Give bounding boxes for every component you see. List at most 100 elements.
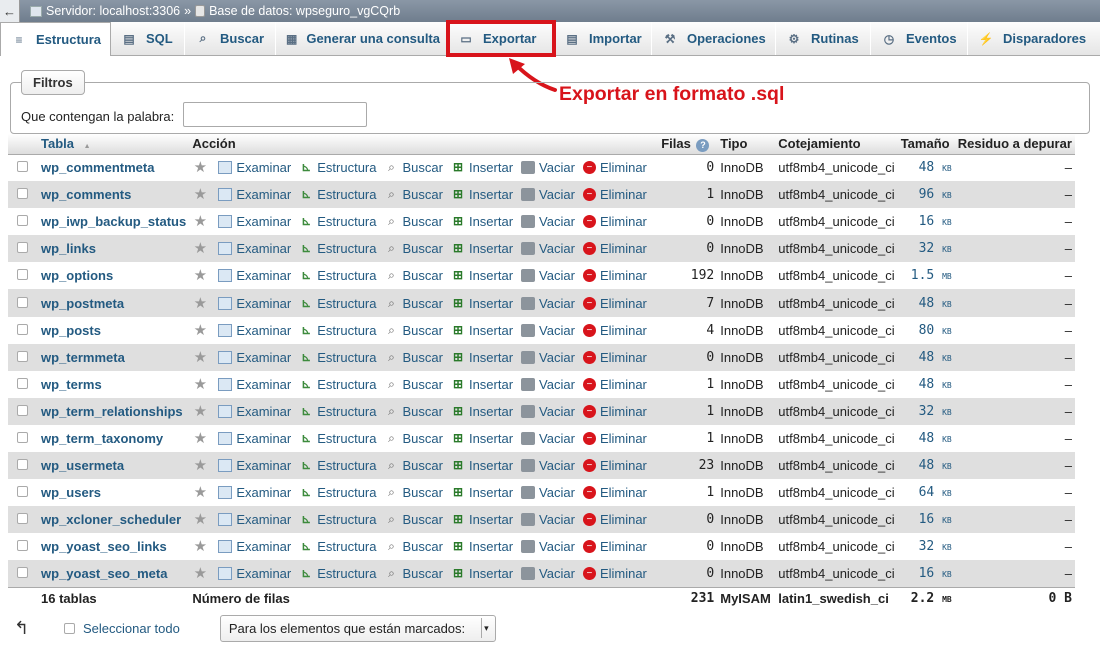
select-all-label[interactable]: Seleccionar todo (83, 621, 180, 636)
tab-exportar[interactable]: ▭ Exportar (446, 20, 556, 57)
action-estructura[interactable]: ⊾ Estructura (299, 566, 376, 581)
table-name-link[interactable]: wp_commentmeta (38, 154, 190, 182)
tab-importar[interactable]: ▤ Importar (554, 22, 652, 55)
row-checkbox[interactable] (17, 459, 28, 471)
tab-estructura[interactable]: ≡ Estructura (0, 22, 111, 56)
table-name-link[interactable]: wp_termmeta (38, 343, 190, 371)
table-name-link[interactable]: wp_options (38, 262, 190, 290)
header-cotejamiento[interactable]: Cotejamiento (775, 134, 898, 155)
action-eliminar[interactable]: − Eliminar (582, 566, 647, 581)
table-name-link[interactable]: wp_term_relationships (38, 397, 190, 425)
action-buscar[interactable]: ⌕ Buscar (385, 160, 443, 175)
action-buscar[interactable]: ⌕ Buscar (385, 241, 443, 256)
row-size[interactable]: 1.5 MB (897, 262, 955, 290)
action-buscar[interactable]: ⌕ Buscar (385, 268, 443, 283)
row-size[interactable]: 48 KB (897, 154, 955, 182)
row-size[interactable]: 16 KB (897, 560, 955, 588)
action-buscar[interactable]: ⌕ Buscar (385, 404, 443, 419)
table-name-link[interactable]: wp_term_taxonomy (38, 424, 190, 453)
action-eliminar[interactable]: − Eliminar (582, 268, 647, 283)
tab-generar-consulta[interactable]: ▦ Generar una consulta (276, 22, 448, 55)
header-tipo[interactable]: Tipo (717, 134, 776, 155)
action-insertar[interactable]: ⊞ Insertar (451, 404, 513, 419)
tab-rutinas[interactable]: ⚙ Rutinas (776, 22, 871, 55)
action-examinar[interactable]: Examinar (218, 350, 291, 365)
bulk-action-select[interactable]: Para los elementos que están marcados: ▾ (219, 614, 496, 642)
action-vaciar[interactable]: Vaciar (521, 214, 575, 229)
action-buscar[interactable]: ⌕ Buscar (385, 458, 443, 473)
action-vaciar[interactable]: Vaciar (521, 431, 575, 446)
favorite-star-icon[interactable]: ★ (192, 160, 208, 175)
action-buscar[interactable]: ⌕ Buscar (385, 323, 443, 338)
favorite-star-icon[interactable]: ★ (192, 377, 208, 392)
row-checkbox[interactable] (17, 323, 28, 335)
action-vaciar[interactable]: Vaciar (521, 539, 575, 554)
table-name-link[interactable]: wp_xcloner_scheduler (38, 506, 190, 534)
tab-disparadores[interactable]: ⚡ Disparadores (968, 22, 1100, 55)
row-size[interactable]: 48 KB (897, 343, 955, 371)
action-examinar[interactable]: Examinar (218, 160, 291, 175)
action-vaciar[interactable]: Vaciar (521, 377, 575, 392)
action-insertar[interactable]: ⊞ Insertar (451, 268, 513, 283)
action-eliminar[interactable]: − Eliminar (582, 350, 647, 365)
row-checkbox[interactable] (17, 269, 28, 281)
row-size[interactable]: 48 KB (897, 370, 955, 398)
breadcrumb-server[interactable]: Servidor: localhost:3306 (30, 4, 180, 18)
action-estructura[interactable]: ⊾ Estructura (299, 323, 376, 338)
action-examinar[interactable]: Examinar (218, 458, 291, 473)
action-buscar[interactable]: ⌕ Buscar (385, 350, 443, 365)
action-estructura[interactable]: ⊾ Estructura (299, 404, 376, 419)
table-name-link[interactable]: wp_users (38, 479, 190, 507)
action-eliminar[interactable]: − Eliminar (582, 296, 647, 311)
action-eliminar[interactable]: − Eliminar (582, 377, 647, 392)
action-estructura[interactable]: ⊾ Estructura (299, 160, 376, 175)
row-size[interactable]: 16 KB (897, 506, 955, 534)
action-vaciar[interactable]: Vaciar (521, 160, 575, 175)
action-estructura[interactable]: ⊾ Estructura (299, 431, 376, 446)
action-eliminar[interactable]: − Eliminar (582, 160, 647, 175)
action-insertar[interactable]: ⊞ Insertar (451, 566, 513, 581)
action-buscar[interactable]: ⌕ Buscar (385, 431, 443, 446)
action-estructura[interactable]: ⊾ Estructura (299, 214, 376, 229)
action-insertar[interactable]: ⊞ Insertar (451, 458, 513, 473)
action-eliminar[interactable]: − Eliminar (582, 214, 647, 229)
breadcrumb-database-label[interactable]: Base de datos: wpseguro_vgCQrb (209, 4, 400, 18)
row-size[interactable]: 32 KB (897, 397, 955, 425)
action-buscar[interactable]: ⌕ Buscar (385, 377, 443, 392)
favorite-star-icon[interactable]: ★ (192, 458, 208, 473)
favorite-star-icon[interactable]: ★ (192, 404, 208, 419)
row-checkbox[interactable] (17, 486, 28, 498)
table-name-link[interactable]: wp_usermeta (38, 452, 190, 480)
favorite-star-icon[interactable]: ★ (192, 350, 208, 365)
row-checkbox[interactable] (17, 242, 28, 254)
action-buscar[interactable]: ⌕ Buscar (385, 539, 443, 554)
action-eliminar[interactable]: − Eliminar (582, 539, 647, 554)
action-buscar[interactable]: ⌕ Buscar (385, 187, 443, 202)
row-checkbox[interactable] (17, 377, 28, 389)
action-vaciar[interactable]: Vaciar (521, 485, 575, 500)
action-estructura[interactable]: ⊾ Estructura (299, 241, 376, 256)
action-vaciar[interactable]: Vaciar (521, 296, 575, 311)
header-residuo[interactable]: Residuo a depurar (954, 134, 1075, 155)
action-buscar[interactable]: ⌕ Buscar (385, 485, 443, 500)
header-tabla[interactable]: Tabla ▲ (38, 134, 190, 155)
action-estructura[interactable]: ⊾ Estructura (299, 350, 376, 365)
row-checkbox[interactable] (17, 567, 28, 579)
table-name-link[interactable]: wp_yoast_seo_links (38, 533, 190, 561)
action-examinar[interactable]: Examinar (218, 566, 291, 581)
favorite-star-icon[interactable]: ★ (192, 296, 208, 311)
action-insertar[interactable]: ⊞ Insertar (451, 214, 513, 229)
action-estructura[interactable]: ⊾ Estructura (299, 458, 376, 473)
row-size[interactable]: 32 KB (897, 235, 955, 263)
action-estructura[interactable]: ⊾ Estructura (299, 296, 376, 311)
action-insertar[interactable]: ⊞ Insertar (451, 323, 513, 338)
action-examinar[interactable]: Examinar (218, 268, 291, 283)
table-name-link[interactable]: wp_postmeta (38, 289, 190, 317)
favorite-star-icon[interactable]: ★ (192, 539, 208, 554)
row-size[interactable]: 64 KB (897, 479, 955, 507)
action-insertar[interactable]: ⊞ Insertar (451, 485, 513, 500)
action-examinar[interactable]: Examinar (218, 539, 291, 554)
select-all-checkbox[interactable] (64, 622, 75, 634)
favorite-star-icon[interactable]: ★ (192, 241, 208, 256)
action-vaciar[interactable]: Vaciar (521, 512, 575, 527)
